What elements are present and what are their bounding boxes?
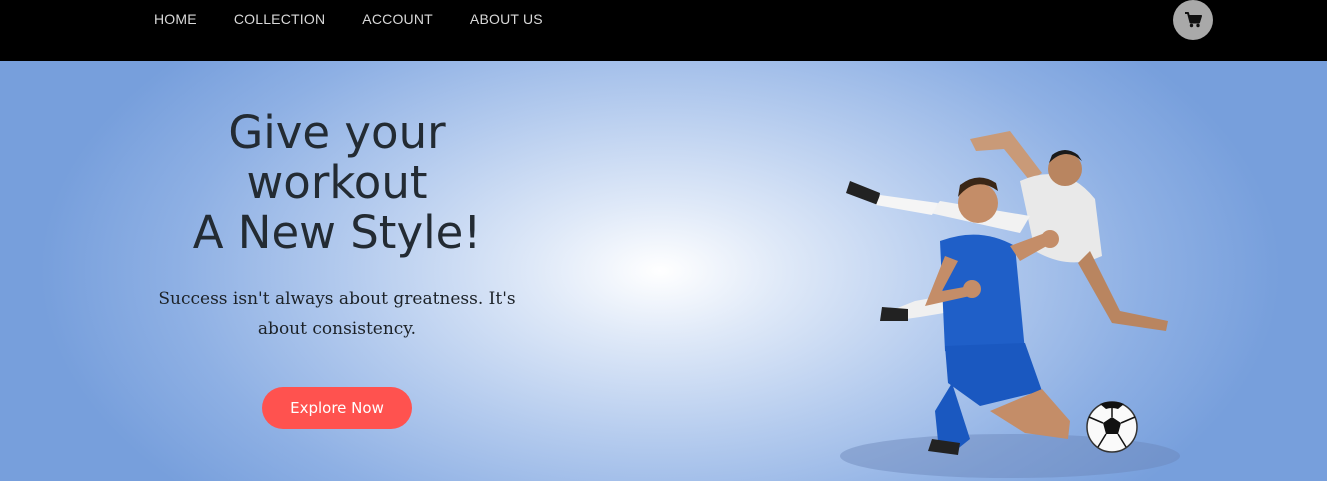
- shopping-cart-icon: [1185, 12, 1202, 28]
- hero-headline: Give your workout A New Style!: [130, 108, 544, 258]
- explore-now-button[interactable]: Explore Now: [262, 387, 412, 429]
- football-players-illustration: [840, 131, 1180, 478]
- headline-line-1: Give your: [228, 106, 446, 159]
- main-nav: HOME COLLECTION ACCOUNT ABOUT US: [154, 11, 580, 27]
- hero-banner: Give your workout A New Style! Success i…: [0, 61, 1327, 481]
- nav-home-link[interactable]: HOME: [154, 11, 197, 27]
- headline-line-3: A New Style!: [192, 206, 482, 259]
- nav-about-us-link[interactable]: ABOUT US: [470, 11, 543, 27]
- headline-line-2: workout: [246, 156, 428, 209]
- nav-collection-link[interactable]: COLLECTION: [234, 11, 325, 27]
- top-navigation-bar: HOME COLLECTION ACCOUNT ABOUT US: [0, 0, 1327, 61]
- cart-button[interactable]: [1173, 0, 1213, 40]
- hero-subtitle: Success isn't always about greatness. It…: [158, 289, 516, 339]
- nav-account-link[interactable]: ACCOUNT: [362, 11, 433, 27]
